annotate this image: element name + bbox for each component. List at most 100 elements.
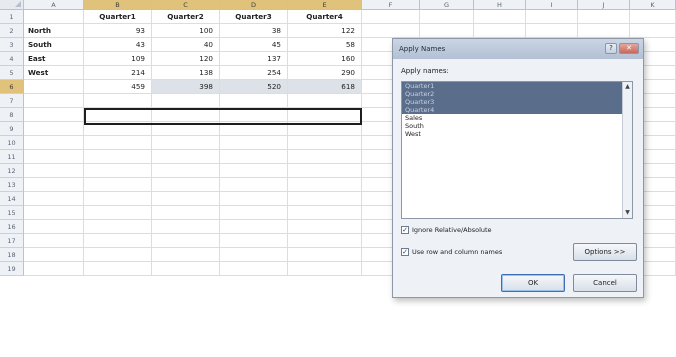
row-header-1[interactable]: 1 [0, 10, 24, 24]
cell[interactable] [220, 136, 288, 150]
cell[interactable] [474, 10, 526, 24]
cell[interactable] [84, 94, 152, 108]
cell[interactable] [24, 150, 84, 164]
value-cell[interactable]: 290 [288, 66, 362, 80]
cell[interactable] [220, 178, 288, 192]
row-header-17[interactable]: 17 [0, 234, 24, 248]
cell[interactable] [24, 206, 84, 220]
cell[interactable] [24, 108, 84, 122]
ignore-relative-absolute-checkbox[interactable]: ✓ Ignore Relative/Absolute [401, 226, 492, 234]
cell[interactable] [24, 234, 84, 248]
cell[interactable] [24, 80, 84, 94]
cell[interactable] [152, 150, 220, 164]
name-list-item[interactable]: Quarter3 [402, 98, 632, 106]
cell[interactable] [84, 178, 152, 192]
cell[interactable] [220, 94, 288, 108]
cell[interactable] [24, 94, 84, 108]
column-header-a[interactable]: A [24, 0, 84, 10]
value-cell[interactable]: 137 [220, 52, 288, 66]
cell[interactable] [24, 248, 84, 262]
cell[interactable] [220, 164, 288, 178]
row-header-11[interactable]: 11 [0, 150, 24, 164]
use-row-column-names-checkbox[interactable]: ✓ Use row and column names [401, 248, 502, 256]
name-list-item[interactable]: Quarter4 [402, 106, 632, 114]
name-list-item[interactable]: Quarter1 [402, 82, 632, 90]
row-header-19[interactable]: 19 [0, 262, 24, 276]
region-label-cell[interactable]: South [24, 38, 84, 52]
row-header-6[interactable]: 6 [0, 80, 24, 94]
row-header-18[interactable]: 18 [0, 248, 24, 262]
cell[interactable] [220, 220, 288, 234]
cell[interactable] [152, 192, 220, 206]
cell[interactable] [288, 150, 362, 164]
row-header-10[interactable]: 10 [0, 136, 24, 150]
cell[interactable] [84, 150, 152, 164]
column-title-cell[interactable]: Quarter4 [288, 10, 362, 24]
row-header-14[interactable]: 14 [0, 192, 24, 206]
cell[interactable] [24, 122, 84, 136]
cell[interactable] [420, 24, 474, 38]
cell[interactable] [220, 248, 288, 262]
cell[interactable] [220, 150, 288, 164]
value-cell[interactable]: 58 [288, 38, 362, 52]
cell[interactable] [630, 10, 676, 24]
cell[interactable] [24, 192, 84, 206]
name-list-item[interactable]: Sales [402, 114, 632, 122]
total-cell[interactable]: 618 [288, 80, 362, 94]
total-cell[interactable]: 520 [220, 80, 288, 94]
column-header-c[interactable]: C [152, 0, 220, 10]
cell[interactable] [220, 206, 288, 220]
cell[interactable] [288, 192, 362, 206]
cell[interactable] [84, 164, 152, 178]
cell[interactable] [362, 24, 420, 38]
cell[interactable] [474, 24, 526, 38]
cell[interactable] [24, 178, 84, 192]
cell[interactable] [152, 262, 220, 276]
cell[interactable] [288, 94, 362, 108]
checkbox-icon[interactable]: ✓ [401, 248, 409, 256]
cell[interactable] [526, 10, 578, 24]
cell[interactable] [526, 24, 578, 38]
close-button[interactable]: ✕ [619, 43, 639, 54]
options-button[interactable]: Options >> [573, 243, 637, 261]
value-cell[interactable]: 120 [152, 52, 220, 66]
cell[interactable] [84, 122, 152, 136]
cell[interactable] [288, 206, 362, 220]
names-listbox[interactable]: Quarter1 Quarter2 Quarter3 Quarter4 Sales Sou… [401, 81, 633, 219]
row-header-4[interactable]: 4 [0, 52, 24, 66]
select-all-corner[interactable] [0, 0, 24, 10]
value-cell[interactable]: 122 [288, 24, 362, 38]
cell[interactable] [152, 94, 220, 108]
cell[interactable] [84, 192, 152, 206]
scroll-up-icon[interactable]: ▲ [623, 82, 632, 92]
column-header-k[interactable]: K [630, 0, 676, 10]
cell[interactable] [152, 164, 220, 178]
cell[interactable] [152, 122, 220, 136]
row-header-2[interactable]: 2 [0, 24, 24, 38]
cell[interactable] [220, 108, 288, 122]
cell[interactable] [220, 192, 288, 206]
cell[interactable] [152, 234, 220, 248]
cell[interactable] [152, 206, 220, 220]
cell[interactable] [630, 24, 676, 38]
column-header-i[interactable]: I [526, 0, 578, 10]
column-header-d[interactable]: D [220, 0, 288, 10]
cell[interactable] [24, 262, 84, 276]
cell[interactable] [220, 262, 288, 276]
cell[interactable] [84, 248, 152, 262]
cell[interactable] [84, 206, 152, 220]
cell[interactable] [288, 234, 362, 248]
cell[interactable] [84, 220, 152, 234]
cell[interactable] [288, 248, 362, 262]
row-header-12[interactable]: 12 [0, 164, 24, 178]
cell[interactable] [288, 178, 362, 192]
cell[interactable] [578, 10, 630, 24]
cell[interactable] [152, 248, 220, 262]
value-cell[interactable]: 254 [220, 66, 288, 80]
help-button[interactable]: ? [605, 43, 617, 54]
cell[interactable] [84, 108, 152, 122]
region-label-cell[interactable]: East [24, 52, 84, 66]
cell[interactable] [288, 108, 362, 122]
cell[interactable] [84, 262, 152, 276]
name-list-item[interactable]: West [402, 130, 632, 138]
